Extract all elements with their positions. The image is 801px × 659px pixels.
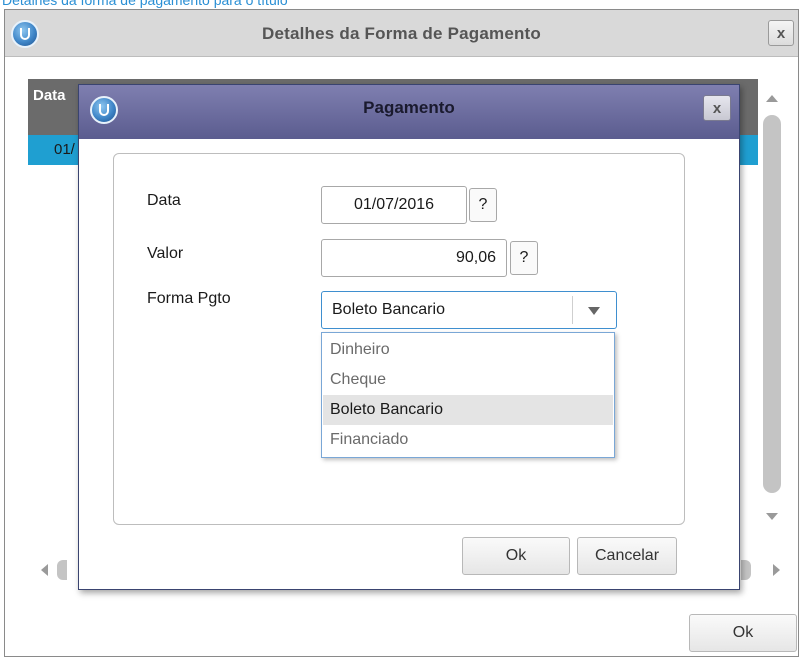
scroll-up-arrow-icon[interactable] <box>766 95 778 102</box>
top-caption: Detalhes da forma de pagamento para o tí… <box>2 0 288 8</box>
data-input[interactable]: 01/07/2016 <box>321 186 467 224</box>
grid-cell-date: 01/ <box>54 141 75 158</box>
scroll-right-arrow-icon[interactable] <box>773 564 780 576</box>
dropdown-option-financiado[interactable]: Financiado <box>323 425 613 455</box>
window-title: Detalhes da Forma de Pagamento <box>261 24 542 43</box>
horizontal-scroll-thumb-end[interactable] <box>741 560 751 580</box>
forma-pgto-label: Forma Pgto <box>147 290 231 307</box>
vertical-scroll-thumb[interactable] <box>763 115 781 493</box>
window-titlebar: Detalhes da Forma de Pagamento x <box>5 10 798 57</box>
dialog-ok-button[interactable]: Ok <box>462 537 570 575</box>
vertical-scrollbar[interactable] <box>760 79 784 539</box>
window-ok-button[interactable]: Ok <box>689 614 797 652</box>
chevron-down-icon[interactable] <box>588 307 600 315</box>
combo-separator <box>572 296 573 324</box>
scroll-down-arrow-icon[interactable] <box>766 513 778 520</box>
forma-pgto-select[interactable]: Boleto Bancario <box>321 291 617 329</box>
dropdown-option-cheque[interactable]: Cheque <box>323 365 613 395</box>
forma-pgto-dropdown-list: Dinheiro Cheque Boleto Bancario Financia… <box>321 332 615 458</box>
payment-dialog: Pagamento x Data 01/07/2016 ? Valor 90,0… <box>78 84 740 590</box>
forma-pgto-selected-value: Boleto Bancario <box>332 301 445 318</box>
valor-help-button[interactable]: ? <box>510 241 538 275</box>
dialog-title: Pagamento <box>363 98 455 117</box>
horizontal-scroll-thumb[interactable] <box>57 560 67 580</box>
dropdown-option-dinheiro[interactable]: Dinheiro <box>323 335 613 365</box>
dialog-titlebar: Pagamento x <box>79 85 739 139</box>
dropdown-option-boleto-bancario[interactable]: Boleto Bancario <box>323 395 613 425</box>
valor-input[interactable]: 90,06 <box>321 239 507 277</box>
window-close-button[interactable]: x <box>768 20 794 46</box>
data-label: Data <box>147 192 181 209</box>
dialog-close-button[interactable]: x <box>703 95 731 121</box>
data-help-button[interactable]: ? <box>469 188 497 222</box>
grid-column-data[interactable]: Data <box>33 87 66 104</box>
scroll-left-arrow-icon[interactable] <box>41 564 48 576</box>
dialog-cancel-button[interactable]: Cancelar <box>577 537 677 575</box>
valor-label: Valor <box>147 245 184 262</box>
